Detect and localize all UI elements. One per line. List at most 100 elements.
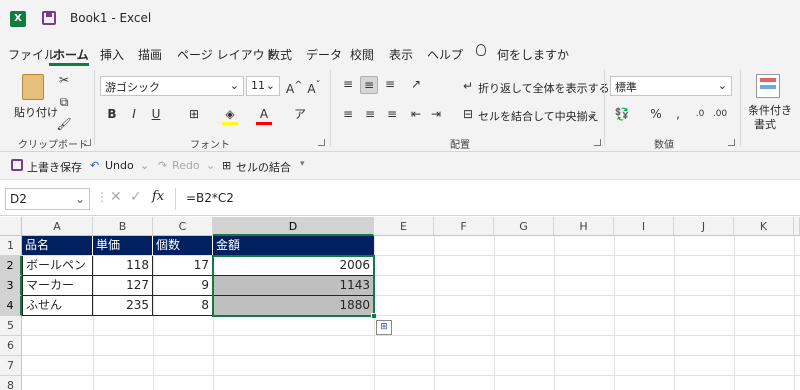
cell-d1[interactable]: 金額 xyxy=(213,236,374,256)
row-header-5[interactable]: 5 xyxy=(0,316,22,336)
cell-d3[interactable]: 1143 xyxy=(213,276,374,296)
row-header-8[interactable]: 8 xyxy=(0,376,22,390)
cell-a2[interactable]: ボールペン xyxy=(22,256,93,276)
phonetic-icon[interactable]: ア xyxy=(292,106,308,122)
orientation-icon[interactable]: ↗ xyxy=(408,76,424,92)
font-launcher-icon[interactable] xyxy=(318,139,325,146)
enter-icon[interactable]: ✓ xyxy=(130,189,142,205)
cell-b2[interactable]: 118 xyxy=(93,256,153,276)
customize-qat-icon[interactable]: ▾ xyxy=(300,159,305,169)
copy-icon[interactable]: ⧉ xyxy=(56,94,72,110)
decrease-indent-icon[interactable]: ⇤ xyxy=(408,106,424,122)
fill-handle[interactable] xyxy=(371,313,377,319)
wrap-text-button[interactable]: 折り返して全体を表示する xyxy=(478,80,610,96)
cell-d4[interactable]: 1880 xyxy=(213,296,374,316)
cell-a3[interactable]: マーカー xyxy=(22,276,93,296)
accounting-icon[interactable]: 💱 xyxy=(614,106,630,122)
tab-draw[interactable]: 描画 xyxy=(138,46,162,63)
name-box[interactable]: D2 ⌄ xyxy=(5,188,90,210)
cell-c1[interactable]: 個数 xyxy=(153,236,213,256)
align-left-icon[interactable]: ≡ xyxy=(340,106,356,122)
tab-home[interactable]: ホーム xyxy=(53,46,89,63)
column-header-h[interactable]: H xyxy=(554,217,614,236)
align-bottom-icon[interactable]: ≡ xyxy=(382,76,398,92)
save-icon[interactable] xyxy=(42,11,56,25)
clipboard-launcher-icon[interactable] xyxy=(84,139,91,146)
undo-dropdown-icon[interactable]: ⌄ xyxy=(140,159,149,172)
paste-button[interactable]: 貼り付け xyxy=(14,104,58,120)
align-middle-icon[interactable]: ≡ xyxy=(360,76,378,94)
merge-cells-icon[interactable]: ⊞ xyxy=(222,159,231,172)
cancel-icon[interactable]: ✕ xyxy=(110,189,122,205)
column-header-a[interactable]: A xyxy=(22,217,93,236)
undo-icon[interactable]: ↶ xyxy=(90,159,99,172)
format-painter-icon[interactable]: 🖌 xyxy=(56,116,72,132)
insert-function-button[interactable]: fx xyxy=(152,189,164,204)
tab-view[interactable]: 表示 xyxy=(389,46,413,63)
redo-dropdown-icon[interactable]: ⌄ xyxy=(206,159,215,172)
merge-icon[interactable]: ⊟ xyxy=(460,106,476,122)
column-header-l[interactable] xyxy=(794,217,800,236)
conditional-format-icon[interactable] xyxy=(756,74,780,98)
tab-review[interactable]: 校閲 xyxy=(350,46,374,63)
column-header-j[interactable]: J xyxy=(674,217,734,236)
merge-cells-button[interactable]: セルの結合 xyxy=(236,159,291,175)
cell-c2[interactable]: 17 xyxy=(153,256,213,276)
cut-icon[interactable]: ✂ xyxy=(56,72,72,88)
merge-center-button[interactable]: セルを結合して中央揃え xyxy=(478,108,599,124)
row-header-3[interactable]: 3 xyxy=(0,276,22,296)
formula-input[interactable]: =B2*C2 xyxy=(175,188,800,210)
number-format-dropdown[interactable]: 標準 ⌄ xyxy=(610,76,732,96)
chevron-down-icon[interactable]: ⌄ xyxy=(586,108,595,121)
cell-c3[interactable]: 9 xyxy=(153,276,213,296)
paste-icon[interactable] xyxy=(22,74,44,100)
increase-decimal-icon[interactable]: .0 xyxy=(692,106,708,122)
cell-b3[interactable]: 127 xyxy=(93,276,153,296)
cell-b4[interactable]: 235 xyxy=(93,296,153,316)
tab-help[interactable]: ヘルプ xyxy=(427,46,463,63)
increase-indent-icon[interactable]: ⇥ xyxy=(428,106,444,122)
row-header-1[interactable]: 1 xyxy=(0,236,22,256)
column-header-f[interactable]: F xyxy=(434,217,494,236)
decrease-decimal-icon[interactable]: .00 xyxy=(712,106,728,122)
decrease-font-icon[interactable]: Aˇ xyxy=(306,78,322,96)
redo-button[interactable]: Redo xyxy=(172,159,200,172)
cell-d2[interactable]: 2006 xyxy=(213,256,374,276)
tell-me-search[interactable]: 何をしますか xyxy=(497,46,569,63)
wrap-text-icon[interactable]: ↵ xyxy=(460,78,476,94)
row-header-2[interactable]: 2 xyxy=(0,256,22,276)
border-icon[interactable]: ⊞ xyxy=(186,106,202,122)
save-icon[interactable] xyxy=(11,159,23,171)
cell-c4[interactable]: 8 xyxy=(153,296,213,316)
tab-formulas[interactable]: 数式 xyxy=(268,46,292,63)
font-name-dropdown[interactable]: 游ゴシック ⌄ xyxy=(100,76,244,96)
column-header-g[interactable]: G xyxy=(494,217,554,236)
percent-button[interactable]: % xyxy=(648,106,664,122)
bold-button[interactable]: B xyxy=(104,106,120,122)
cell-a4[interactable]: ふせん xyxy=(22,296,93,316)
row-header-7[interactable]: 7 xyxy=(0,356,22,376)
font-color-icon[interactable]: A xyxy=(256,106,272,122)
cell-b1[interactable]: 単価 xyxy=(93,236,153,256)
align-right-icon[interactable]: ≡ xyxy=(384,106,400,122)
tab-page-layout[interactable]: ページ レイアウト xyxy=(177,46,277,63)
cell-a1[interactable]: 品名 xyxy=(22,236,93,256)
column-header-d[interactable]: D xyxy=(213,217,374,236)
increase-font-icon[interactable]: A^ xyxy=(286,78,303,96)
select-all-corner[interactable] xyxy=(0,217,22,236)
underline-button[interactable]: U xyxy=(148,106,164,122)
row-header-4[interactable]: 4 xyxy=(0,296,22,316)
undo-button[interactable]: Undo xyxy=(105,159,134,172)
column-header-b[interactable]: B xyxy=(93,217,153,236)
column-header-i[interactable]: I xyxy=(614,217,674,236)
redo-icon[interactable]: ↷ xyxy=(158,159,167,172)
align-top-icon[interactable]: ≡ xyxy=(340,76,356,92)
fill-color-icon[interactable]: ◈ xyxy=(222,106,238,122)
column-header-e[interactable]: E xyxy=(374,217,434,236)
align-center-icon[interactable]: ≡ xyxy=(362,106,378,122)
alignment-launcher-icon[interactable] xyxy=(594,139,601,146)
number-launcher-icon[interactable] xyxy=(728,139,735,146)
row-header-6[interactable]: 6 xyxy=(0,336,22,356)
tab-insert[interactable]: 挿入 xyxy=(100,46,124,63)
comma-button[interactable]: , xyxy=(670,106,686,122)
